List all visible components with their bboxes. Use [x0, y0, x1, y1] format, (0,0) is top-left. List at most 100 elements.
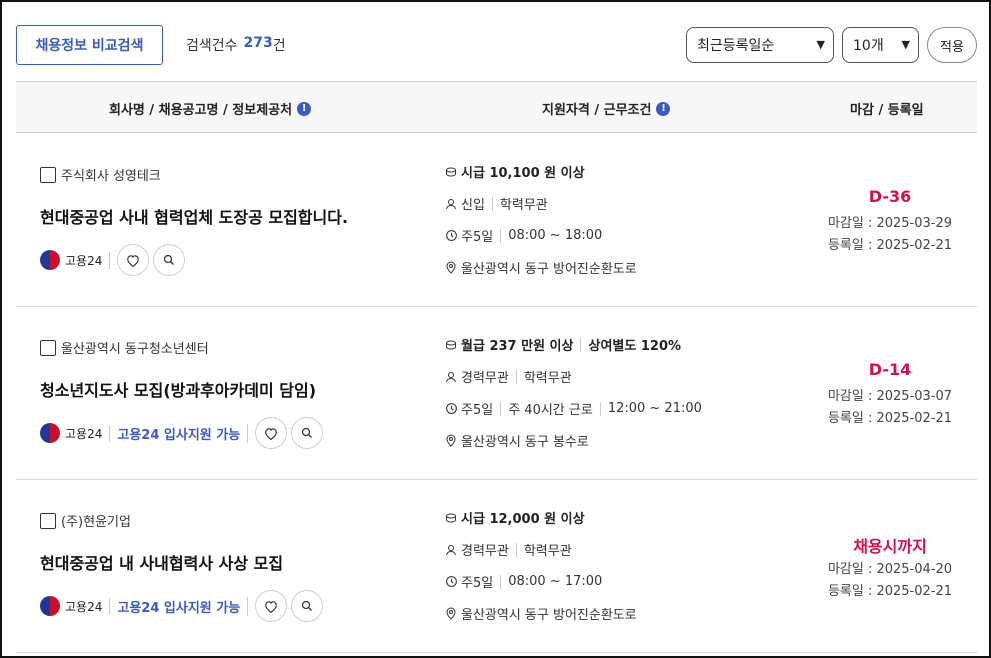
search-icon[interactable]	[291, 590, 324, 622]
job-title[interactable]: 현대중공업 내 사내협력사 사상 모집	[40, 550, 283, 574]
job-row: 주식회사 성영테크 현대중공업 사내 협력업체 도장공 모집합니다. 고용24 …	[16, 134, 977, 307]
clock-icon	[444, 229, 458, 243]
pay-extra-text: 상여별도 120%	[588, 339, 682, 354]
divider	[500, 574, 502, 589]
sort-order-value: 최근등록일순	[697, 38, 775, 54]
source-name: 고용24	[65, 251, 111, 269]
chevron-down-icon: ▼	[901, 38, 910, 51]
heart-icon[interactable]	[255, 590, 288, 622]
dates: 마감일 : 2025-04-20 등록일 : 2025-02-21	[816, 559, 964, 603]
deadline-date: 마감일 : 2025-04-20	[827, 562, 953, 577]
job-select-checkbox[interactable]	[40, 339, 56, 356]
schedule-condition: 주5일 08:00 ~ 17:00	[444, 572, 602, 591]
location-text: 울산광역시 동구 봉수로	[461, 435, 589, 450]
pay-condition: 월급 237 만원 이상 상여별도 120%	[444, 335, 681, 354]
apply-available-link[interactable]: 고용24 입사지원 가능	[117, 596, 249, 616]
source-bar: 고용24 고용24 입사지원 가능	[40, 417, 327, 449]
search-icon[interactable]	[153, 244, 186, 276]
source-name: 고용24	[65, 424, 111, 442]
pay-text: 시급 10,100 원 이상	[461, 166, 585, 181]
coin-icon	[444, 338, 458, 352]
heart-icon[interactable]	[117, 244, 150, 276]
career-condition: 경력무관 학력무관	[444, 540, 572, 559]
career-text: 신입	[461, 198, 485, 213]
header-conditions-label: 지원자격 / 근무조건	[542, 103, 652, 118]
schedule-condition: 주5일 주 40시간 근로 12:00 ~ 21:00	[444, 399, 702, 418]
gov-emblem-icon	[40, 423, 60, 443]
header-conditions: 지원자격 / 근무조건 !	[542, 99, 671, 118]
weekly-hours-text: 주 40시간 근로	[508, 403, 593, 418]
education-text: 학력무관	[499, 198, 548, 213]
page-size-select[interactable]: 10개 ▼	[842, 27, 919, 63]
location-text: 울산광역시 동구 방어진순환도로	[461, 262, 637, 277]
divider	[599, 401, 601, 416]
education-text: 학력무관	[523, 544, 572, 559]
info-icon[interactable]: !	[297, 101, 312, 116]
sort-order-select[interactable]: 최근등록일순 ▼	[686, 27, 834, 63]
job-list-panel: 채용정보 비교검색 검색건수 273 건 최근등록일순 ▼ 10개 ▼ 적용 회…	[0, 0, 991, 658]
job-row: 울산광역시 동구청소년센터 청소년지도사 모집(방과후아카데미 담임) 고용24…	[16, 307, 977, 480]
page-size-value: 10개	[853, 38, 884, 54]
apply-button[interactable]: 적용	[927, 27, 977, 63]
company-name[interactable]: (주)현윤기업	[61, 511, 131, 530]
days-text: 주5일	[461, 403, 494, 418]
map-pin-icon	[444, 607, 458, 621]
deadline-date: 마감일 : 2025-03-07	[827, 389, 953, 404]
source-bar: 고용24	[40, 244, 189, 276]
education-text: 학력무관	[523, 371, 572, 386]
company: (주)현윤기업	[40, 511, 131, 530]
source-name: 고용24	[65, 597, 111, 615]
info-icon[interactable]: !	[656, 101, 671, 116]
career-text: 경력무관	[461, 371, 509, 386]
career-condition: 신입 학력무관	[444, 194, 548, 213]
company-name[interactable]: 울산광역시 동구청소년센터	[61, 338, 209, 357]
location-text: 울산광역시 동구 방어진순환도로	[461, 608, 637, 623]
pay-condition: 시급 10,100 원 이상	[444, 162, 585, 181]
hours-text: 08:00 ~ 18:00	[508, 228, 603, 243]
job-title[interactable]: 청소년지도사 모집(방과후아카데미 담임)	[40, 377, 316, 401]
gov-emblem-icon	[40, 250, 60, 270]
pay-text: 월급 237 만원 이상	[461, 339, 574, 354]
schedule-condition: 주5일 08:00 ~ 18:00	[444, 226, 602, 245]
registered-date: 등록일 : 2025-02-21	[827, 411, 953, 426]
days-text: 주5일	[461, 230, 494, 245]
header-company-label: 회사명 / 채용공고명 / 정보제공처	[109, 103, 293, 118]
map-pin-icon	[444, 434, 458, 448]
career-condition: 경력무관 학력무관	[444, 367, 572, 386]
divider	[500, 401, 502, 416]
hours-text: 12:00 ~ 21:00	[607, 401, 702, 416]
person-icon	[444, 197, 458, 211]
result-count: 검색건수 273 건	[186, 35, 286, 55]
company-name[interactable]: 주식회사 성영테크	[61, 165, 161, 184]
registered-date: 등록일 : 2025-02-21	[827, 584, 953, 599]
person-icon	[444, 543, 458, 557]
dates: 마감일 : 2025-03-07 등록일 : 2025-02-21	[816, 386, 964, 430]
apply-available-link[interactable]: 고용24 입사지원 가능	[117, 423, 249, 443]
result-count-unit: 건	[272, 38, 286, 54]
registered-date: 등록일 : 2025-02-21	[827, 238, 953, 253]
heart-icon[interactable]	[255, 417, 288, 449]
deadline-dday: D-14	[868, 360, 912, 379]
gov-emblem-icon	[40, 596, 60, 616]
table-header: 회사명 / 채용공고명 / 정보제공처 ! 지원자격 / 근무조건 ! 마감 /…	[16, 81, 977, 133]
company: 울산광역시 동구청소년센터	[40, 338, 209, 357]
company: 주식회사 성영테크	[40, 165, 161, 184]
job-title[interactable]: 현대중공업 사내 협력업체 도장공 모집합니다.	[40, 204, 348, 228]
search-icon[interactable]	[291, 417, 324, 449]
deadline-date: 마감일 : 2025-03-29	[827, 216, 953, 231]
dates: 마감일 : 2025-03-29 등록일 : 2025-02-21	[816, 213, 964, 257]
job-select-checkbox[interactable]	[40, 166, 56, 183]
header-dates-label: 마감 / 등록일	[850, 103, 924, 118]
coin-icon	[444, 511, 458, 525]
source-bar: 고용24 고용24 입사지원 가능	[40, 590, 327, 622]
divider	[515, 542, 517, 557]
deadline-dday: D-36	[868, 187, 912, 206]
person-icon	[444, 370, 458, 384]
result-count-value: 273	[243, 35, 273, 51]
chevron-down-icon: ▼	[816, 38, 825, 51]
location-condition: 울산광역시 동구 방어진순환도로	[444, 604, 637, 623]
compare-search-button[interactable]: 채용정보 비교검색	[16, 25, 163, 65]
job-select-checkbox[interactable]	[40, 512, 56, 529]
divider	[515, 369, 517, 384]
location-condition: 울산광역시 동구 봉수로	[444, 431, 589, 450]
